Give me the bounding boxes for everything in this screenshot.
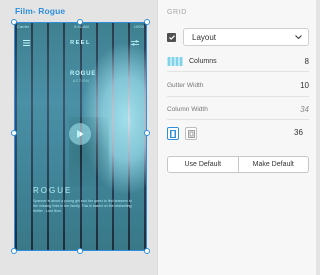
resize-handle-right[interactable] — [144, 130, 150, 136]
grid-column — [97, 22, 112, 251]
divider — [167, 71, 309, 72]
linked-margins-toggle[interactable] — [167, 127, 179, 140]
resize-handle-left[interactable] — [11, 130, 17, 136]
artboard-title[interactable]: Film- Rogue — [15, 6, 65, 16]
linked-margins-icon — [170, 129, 176, 138]
use-default-button[interactable]: Use Default — [168, 157, 238, 172]
divider — [167, 119, 309, 120]
property-inspector: GRID Layout Columns 8 Gutter Width 10 Co… — [157, 0, 316, 275]
make-default-button[interactable]: Make Default — [237, 157, 309, 172]
default-buttons: Use Default Make Default — [167, 156, 309, 173]
artboard-film-rogue[interactable]: Carrier 9:41 AM 100% REEL ROGUE ACTION R… — [14, 22, 147, 251]
unlinked-margins-icon — [187, 129, 195, 138]
grid-column — [129, 22, 144, 251]
resize-handle-bottom-left[interactable] — [11, 248, 17, 254]
grid-column — [65, 22, 80, 251]
grid-column — [33, 22, 48, 251]
resize-handle-top[interactable] — [77, 19, 83, 25]
grid-column — [17, 22, 32, 251]
columns-row: Columns 8 — [167, 57, 309, 66]
gutter-width-label: Gutter Width — [167, 82, 204, 89]
chevron-down-icon — [295, 35, 302, 39]
unlinked-margins-toggle[interactable] — [185, 127, 197, 140]
gutter-width-input[interactable]: 10 — [300, 81, 309, 90]
grid-column — [81, 22, 96, 251]
resize-handle-bottom-right[interactable] — [144, 248, 150, 254]
grid-type-select[interactable]: Layout — [183, 28, 309, 46]
grid-column — [113, 22, 128, 251]
grid-column — [49, 22, 64, 251]
gutter-row: Gutter Width 10 — [167, 81, 309, 90]
column-width-row: Column Width 34 — [167, 105, 309, 114]
layout-grid-overlay — [14, 22, 147, 251]
grid-type-value: Layout — [192, 32, 217, 42]
resize-handle-top-left[interactable] — [11, 19, 17, 25]
margin-input[interactable]: 36 — [294, 128, 303, 137]
resize-handle-bottom[interactable] — [77, 248, 83, 254]
columns-input[interactable]: 8 — [305, 57, 309, 66]
divider — [167, 96, 309, 97]
check-icon — [168, 35, 175, 40]
columns-label: Columns — [189, 58, 217, 65]
grid-section-label: GRID — [167, 9, 187, 16]
column-width-label: Column Width — [167, 106, 208, 113]
column-width-input[interactable]: 34 — [300, 105, 309, 114]
layout-grid-checkbox[interactable] — [167, 33, 176, 42]
design-canvas: Film- Rogue Carrier 9:41 AM 100% REEL RO… — [0, 0, 157, 275]
resize-handle-top-right[interactable] — [144, 19, 150, 25]
grid-columns-icon — [167, 57, 183, 66]
